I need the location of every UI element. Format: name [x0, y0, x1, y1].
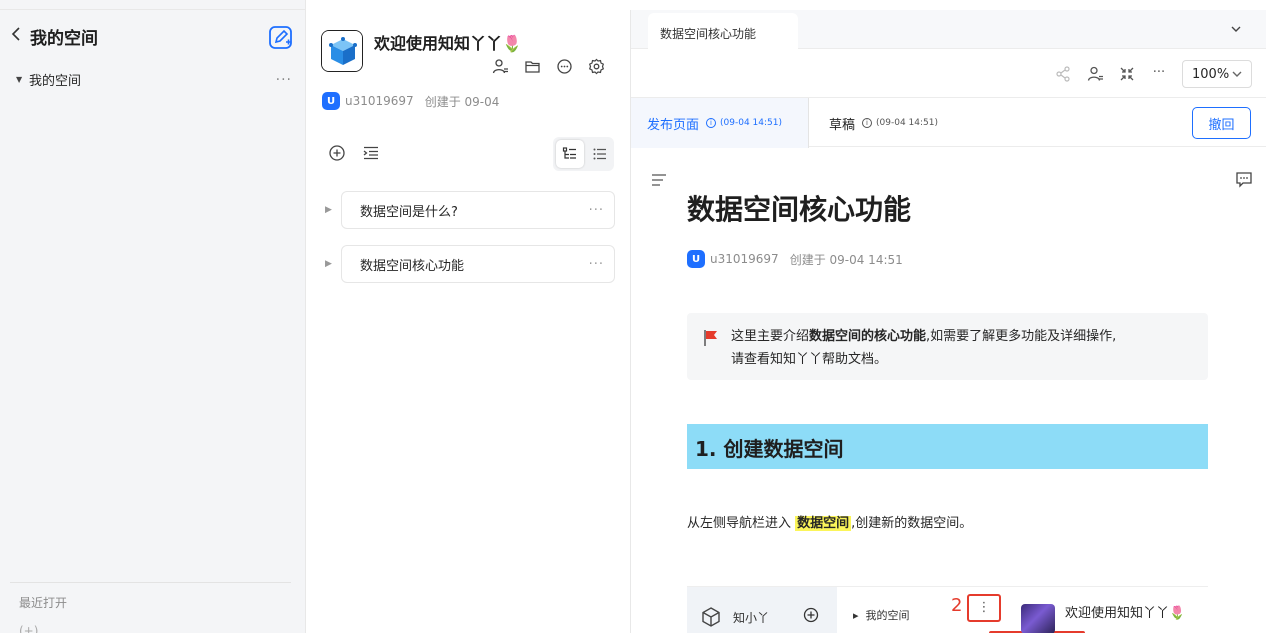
recent-item-stub[interactable]: (+) [19, 624, 38, 633]
caret-right-icon[interactable]: ▶ [321, 259, 341, 269]
back-icon[interactable] [10, 26, 24, 47]
annotation-number: 2 [951, 595, 963, 616]
tab-bar: 数据空间核心功能 [631, 10, 1266, 49]
kb-author: u31019697 [345, 94, 414, 108]
para-text: 从左侧导航栏进入 [687, 516, 792, 531]
embed-space: ▸ 我的空间 [853, 609, 910, 622]
sidebar-top-border [0, 0, 305, 10]
kb-logo-icon [321, 30, 363, 72]
view-toggle [553, 137, 614, 171]
sidebar-item-label: 我的空间 [29, 74, 82, 89]
sidebar-header: 我的空间 [10, 24, 98, 49]
more-icon[interactable]: ··· [276, 72, 296, 88]
chat-icon[interactable] [556, 58, 573, 75]
knowledge-base-panel: 欢迎使用知知丫丫🌷 U u31019697 创建于 09-04 ▶ 数据空间是什… [306, 10, 631, 633]
callout-line-2: 请查看知知丫丫帮助文档。 [731, 352, 888, 367]
kb-tools [328, 144, 380, 162]
new-note-icon[interactable] [268, 25, 294, 51]
tab-core-features[interactable]: 数据空间核心功能 [648, 13, 798, 49]
zoom-select[interactable]: 100% [1182, 60, 1252, 88]
kb-title: 欢迎使用知知丫丫🌷 [374, 34, 522, 53]
published-time: (09-04 14:51) [720, 118, 782, 128]
caret-right-icon[interactable]: ▶ [321, 205, 341, 215]
embed-space-label: 我的空间 [865, 609, 910, 622]
sidebar-item-my-space[interactable]: ▼ 我的空间 ··· [16, 70, 296, 90]
more-icon[interactable]: ··· [1150, 65, 1168, 83]
more-icon[interactable]: ··· [589, 203, 604, 218]
published-label: 发布页面 [647, 117, 700, 133]
doc-item-title: 数据空间核心功能 [360, 258, 465, 274]
collaborator-icon[interactable] [1086, 65, 1104, 83]
avatar: U [687, 250, 705, 268]
zoom-value: 100% [1192, 66, 1230, 82]
editor-toolbar: ··· 100% [1054, 60, 1252, 88]
info-icon[interactable]: i [706, 118, 717, 128]
callout-text: 这里主要介绍 [731, 329, 810, 344]
indent-icon[interactable] [362, 144, 380, 162]
kb-created: 创建于 09-04 [424, 94, 500, 109]
collapse-icon[interactable] [1118, 65, 1136, 83]
annotation-box: ⋮ [967, 594, 1001, 622]
comment-icon[interactable] [1235, 170, 1253, 188]
embedded-screenshot: 知小丫 ▸ 我的空间 2 ⋮ 欢迎使用知知丫丫🌷 [687, 586, 1208, 633]
doc-title: 数据空间核心功能 [687, 193, 912, 226]
add-circle-icon [803, 607, 819, 623]
kb-actions [492, 58, 605, 75]
sidebar-title: 我的空间 [30, 29, 98, 49]
paragraph: 从左侧导航栏进入 数据空间 ,创建新的数据空间。 [687, 512, 972, 531]
embed-thumbnail [1021, 604, 1055, 633]
kb-meta: U u31019697 创建于 09-04 [322, 92, 499, 110]
doc-item-box[interactable]: 数据空间核心功能 ··· [341, 245, 615, 283]
add-circle-icon[interactable] [328, 144, 346, 162]
outline-icon[interactable] [651, 172, 667, 186]
para-highlight: 数据空间 [795, 516, 852, 531]
caret-down-icon[interactable]: ▼ [16, 75, 29, 84]
gear-icon[interactable] [588, 58, 605, 75]
embed-app-name: 知小丫 [733, 611, 770, 625]
app-root: 我的空间 ▼ 我的空间 ··· 最近打开 (+) 欢迎使用知知丫丫🌷 U u31… [0, 0, 1266, 633]
folder-icon[interactable] [524, 58, 541, 75]
editor: 数据空间核心功能 ··· 100% 发布页面 i (09-04 14:51) 草… [631, 0, 1266, 633]
avatar: U [322, 92, 340, 110]
draft-version-tab[interactable]: 草稿 i (09-04 14:51) [829, 98, 938, 148]
more-icon[interactable]: ··· [589, 257, 604, 272]
share-icon[interactable] [1054, 65, 1072, 83]
recent-label: 最近打开 [19, 596, 68, 610]
callout-text: ,如需要了解更多功能及详细操作, [926, 329, 1117, 344]
doc-item-what-is-data-space[interactable]: ▶ 数据空间是什么? ··· [321, 191, 615, 229]
para-text: ,创建新的数据空间。 [851, 516, 973, 531]
published-version-tab[interactable]: 发布页面 i (09-04 14:51) [631, 98, 809, 148]
doc-item-core-features[interactable]: ▶ 数据空间核心功能 ··· [321, 245, 615, 283]
callout-line-1: 这里主要介绍数据空间的核心功能,如需要了解更多功能及详细操作, [731, 325, 1192, 348]
red-flag-icon [703, 329, 719, 347]
members-icon[interactable] [492, 58, 509, 75]
chevron-down-icon [1232, 71, 1242, 77]
doc-item-box[interactable]: 数据空间是什么? ··· [341, 191, 615, 229]
draft-label: 草稿 [829, 117, 856, 133]
embed-kb-title: 欢迎使用知知丫丫🌷 [1065, 606, 1186, 621]
draft-time: (09-04 14:51) [876, 118, 938, 128]
chevron-down-icon[interactable] [1230, 23, 1242, 37]
tree-view-button[interactable] [556, 140, 584, 168]
doc-item-title: 数据空间是什么? [360, 204, 458, 220]
version-bar: 发布页面 i (09-04 14:51) 草稿 i (09-04 14:51) … [631, 97, 1266, 148]
cube-icon [700, 606, 722, 628]
doc-created: 创建于 09-04 14:51 [789, 252, 903, 267]
callout-block: 这里主要介绍数据空间的核心功能,如需要了解更多功能及详细操作, 请查看知知丫丫帮… [687, 313, 1208, 380]
callout-bold: 数据空间的核心功能 [809, 329, 927, 344]
section-heading: 1. 创建数据空间 [687, 424, 1208, 469]
doc-author: u31019697 [710, 252, 779, 266]
revoke-button[interactable]: 撤回 [1192, 107, 1251, 139]
doc-meta: U u31019697 创建于 09-04 14:51 [687, 250, 903, 268]
sidebar: 我的空间 ▼ 我的空间 ··· 最近打开 (+) [0, 0, 306, 633]
divider [10, 582, 291, 583]
list-view-button[interactable] [587, 140, 615, 168]
info-icon[interactable]: i [862, 118, 873, 128]
